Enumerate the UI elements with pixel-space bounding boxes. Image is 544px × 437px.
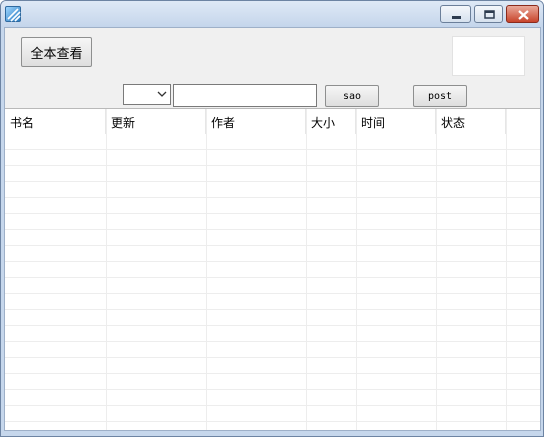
table-body	[5, 134, 540, 430]
table-row[interactable]	[5, 406, 540, 422]
table-row[interactable]	[5, 246, 540, 262]
column-header-title[interactable]: 书名	[5, 109, 106, 134]
table-row[interactable]	[5, 374, 540, 390]
maximize-icon	[484, 10, 495, 19]
table-row[interactable]	[5, 358, 540, 374]
table-row[interactable]	[5, 134, 540, 150]
table-row[interactable]	[5, 342, 540, 358]
category-select[interactable]	[123, 84, 171, 105]
title-bar[interactable]	[1, 1, 543, 27]
table-row[interactable]	[5, 230, 540, 246]
blank-panel	[452, 36, 525, 76]
table-row[interactable]	[5, 294, 540, 310]
table-header: 书名 更新 作者 大小 时间 状态	[5, 109, 540, 134]
app-window: 全本查看 sao post 书名 更新 作者 大小 时间 状态	[0, 0, 544, 437]
table-row[interactable]	[5, 278, 540, 294]
column-header-status[interactable]: 状态	[436, 109, 506, 134]
column-divider	[436, 109, 437, 430]
table-row[interactable]	[5, 150, 540, 166]
column-divider	[356, 109, 357, 430]
book-table[interactable]: 书名 更新 作者 大小 时间 状态	[5, 108, 540, 430]
table-row[interactable]	[5, 310, 540, 326]
chevron-down-icon	[157, 91, 167, 97]
post-button[interactable]: post	[413, 85, 467, 107]
sao-button[interactable]: sao	[325, 85, 379, 107]
column-header-author[interactable]: 作者	[206, 109, 306, 134]
table-row[interactable]	[5, 198, 540, 214]
close-button[interactable]	[506, 5, 539, 23]
column-header-size[interactable]: 大小	[306, 109, 356, 134]
minimize-icon	[452, 16, 461, 19]
table-row[interactable]	[5, 182, 540, 198]
search-input[interactable]	[173, 84, 317, 107]
column-divider	[306, 109, 307, 430]
maximize-button[interactable]	[474, 5, 503, 23]
column-header-time[interactable]: 时间	[356, 109, 436, 134]
table-row[interactable]	[5, 326, 540, 342]
table-row[interactable]	[5, 390, 540, 406]
close-icon	[518, 10, 529, 20]
table-row[interactable]	[5, 166, 540, 182]
column-divider	[106, 109, 107, 430]
table-row[interactable]	[5, 262, 540, 278]
table-row[interactable]	[5, 214, 540, 230]
column-divider	[506, 109, 507, 430]
column-divider	[206, 109, 207, 430]
client-area: 全本查看 sao post 书名 更新 作者 大小 时间 状态	[4, 27, 541, 431]
minimize-button[interactable]	[440, 5, 471, 23]
app-icon	[5, 6, 21, 22]
view-all-button[interactable]: 全本查看	[21, 37, 92, 67]
column-header-updated[interactable]: 更新	[106, 109, 206, 134]
